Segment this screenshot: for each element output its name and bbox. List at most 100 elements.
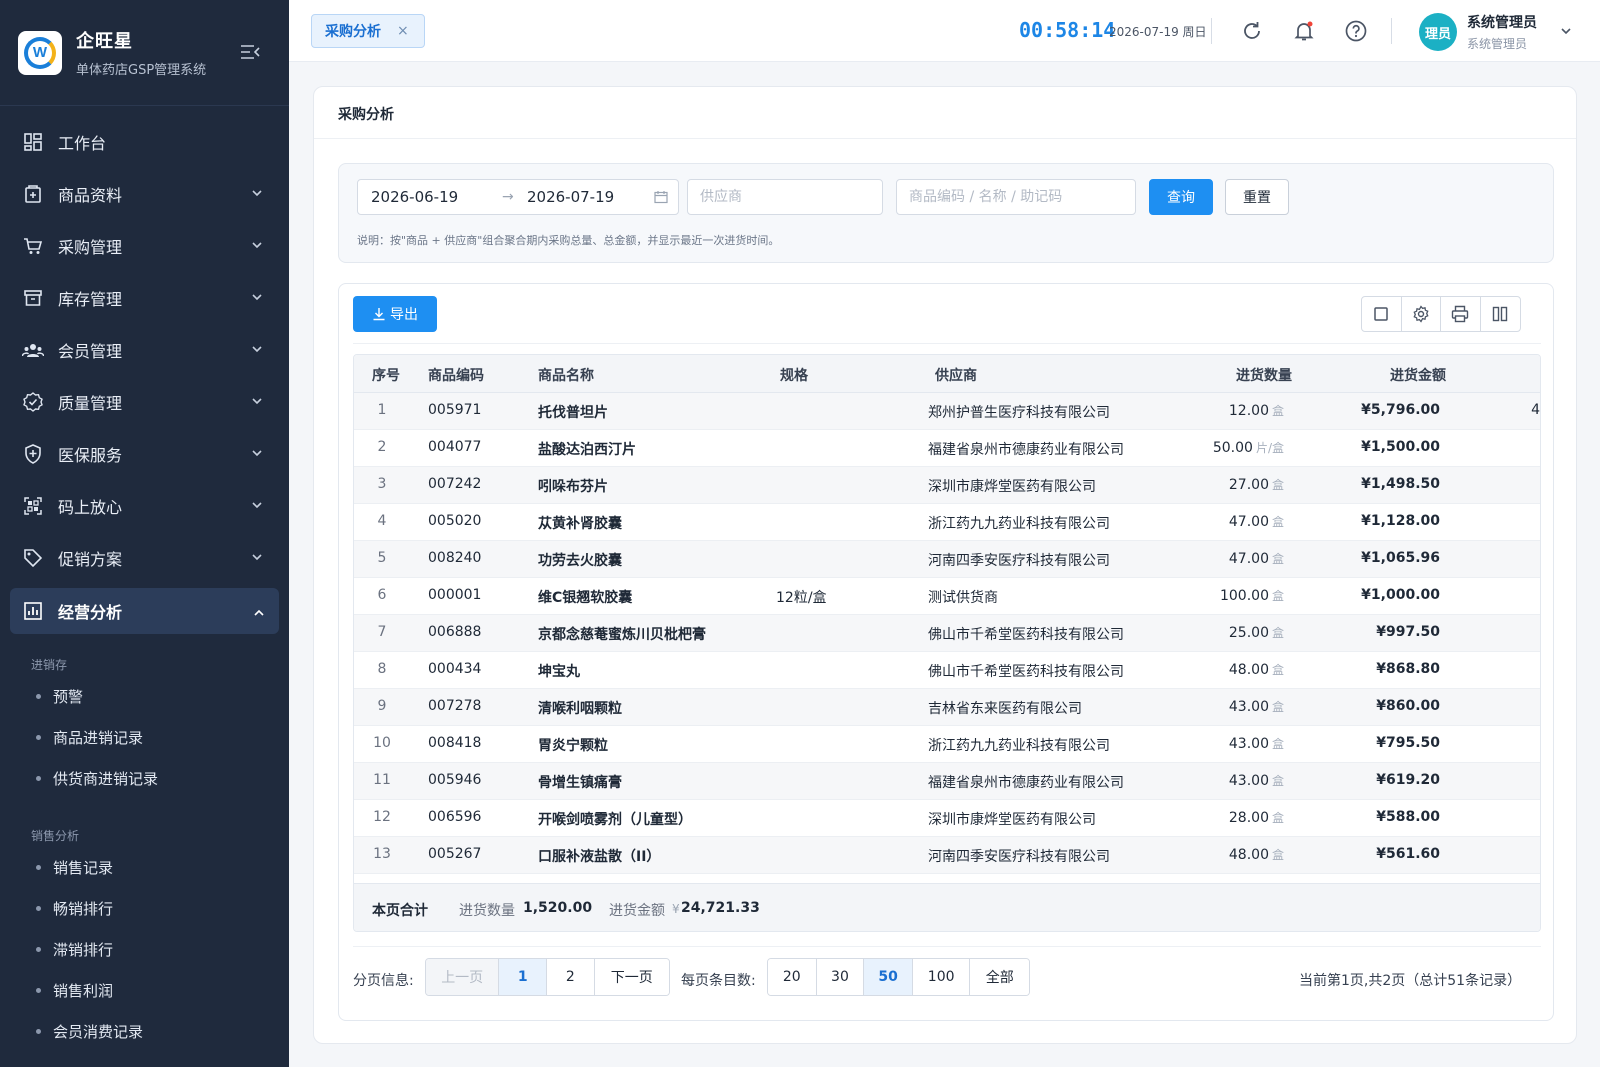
chevron-down-icon[interactable]: [1559, 24, 1573, 38]
divider: [1391, 18, 1392, 44]
sidebar-item-members[interactable]: 会员管理: [0, 324, 289, 376]
column-header[interactable]: 进货数量: [1236, 365, 1292, 385]
quantity-unit: 盒: [1271, 737, 1284, 751]
help-icon[interactable]: [1343, 18, 1369, 44]
table-row[interactable]: 3 007242 吲哚布芬片 深圳市康烨堂医药有限公司 ¥1,498.50 27.00 盒: [354, 467, 1540, 504]
sidebar-item-promotion[interactable]: 促销方案: [0, 532, 289, 584]
sidebar-item-analysis[interactable]: 经营分析: [10, 588, 279, 634]
quantity-value: 43.00: [1228, 699, 1269, 715]
table-row[interactable]: 11 005946 骨增生镇痛膏 福建省泉州市德康药业有限公司 ¥619.20 43.00…: [354, 763, 1540, 800]
sidebar-item-trace-code[interactable]: 码上放心: [0, 480, 289, 532]
cell-name: 胃炎宁颗粒: [538, 738, 608, 754]
table-row[interactable]: 12 006596 开喉剑喷雾剂（儿童型） 深圳市康烨堂医药有限公司 ¥588.00 28…: [354, 800, 1540, 837]
sidebar-item-label: 采购管理: [58, 238, 123, 257]
app-logo: W: [18, 30, 62, 75]
column-header[interactable]: 商品编码: [428, 365, 484, 385]
cell-amount: ¥1,000.00: [1361, 587, 1440, 603]
supplier-input[interactable]: [687, 179, 883, 215]
tab-label: 采购分析: [325, 24, 381, 40]
sidebar-item-workbench[interactable]: 工作台: [0, 116, 289, 168]
quantity-unit: 盒: [1271, 848, 1284, 862]
quantity-unit: 盒: [1271, 626, 1284, 640]
columns-icon[interactable]: [1481, 297, 1520, 331]
cell-quantity: 47.00 盒: [1229, 513, 1284, 530]
cell-index: 4: [377, 513, 387, 529]
keyword-input[interactable]: [896, 179, 1136, 215]
column-header[interactable]: 进货金额: [1390, 365, 1446, 385]
bell-icon[interactable]: [1291, 18, 1317, 44]
sub-item-sales-records[interactable]: 销售记录: [0, 847, 289, 888]
refresh-icon[interactable]: [1239, 18, 1265, 44]
table-row[interactable]: 8 000434 坤宝丸 佛山市千希堂医药科技有限公司 ¥868.80 48.00 盒: [354, 652, 1540, 689]
quantity-unit: 盒: [1271, 700, 1284, 714]
sub-item-product-records[interactable]: 商品进销记录: [0, 717, 289, 758]
brand-name: 企旺星: [76, 31, 133, 52]
table-row[interactable]: 6 000001 维C银翘软胶囊 12粒/盒 测试供货商 ¥1,000.00 100.00 盒: [354, 578, 1540, 615]
table-row[interactable]: 14006866盐酸美西律片福建国瑞药业有限公司¥550.8036.00瓶: [354, 874, 1540, 883]
sub-item-warning[interactable]: 预警: [0, 676, 289, 717]
query-button[interactable]: 查询: [1149, 179, 1213, 215]
table-row[interactable]: 2 004077 盐酸达泊西汀片 福建省泉州市德康药业有限公司 ¥1,500.00 50.…: [354, 430, 1540, 467]
sub-item-supplier-records[interactable]: 供货商进销记录: [0, 758, 289, 799]
brand-subtitle: 单体药店GSP管理系统: [76, 63, 207, 78]
user-name[interactable]: 系统管理员: [1467, 12, 1537, 32]
page-size-option[interactable]: 全部: [970, 959, 1029, 995]
gear-icon[interactable]: [1402, 297, 1441, 331]
avatar[interactable]: 理员: [1419, 13, 1457, 51]
prev-page-button[interactable]: 上一页: [426, 959, 500, 995]
page-size-option[interactable]: 100: [912, 959, 971, 995]
quantity-value: 25.00: [1228, 625, 1269, 641]
page-button[interactable]: 1: [499, 959, 547, 995]
cell-index: 9: [377, 698, 387, 714]
reset-button[interactable]: 重置: [1225, 179, 1289, 215]
table-row[interactable]: 7 006888 京都念慈菴蜜炼川贝枇杷膏 佛山市千希堂医药科技有限公司 ¥997.50…: [354, 615, 1540, 652]
table-row[interactable]: 1 005971 托伐普坦片 郑州护普生医疗科技有限公司 ¥5,796.00 4 12.00…: [354, 393, 1540, 430]
sub-item-member-consumption[interactable]: 会员消费记录: [0, 1011, 289, 1052]
sidebar-item-products[interactable]: 商品资料: [0, 168, 289, 220]
menu-collapse-icon[interactable]: [240, 44, 260, 60]
table-row[interactable]: 4 005020 苁黄补肾胶囊 浙江药九九药业科技有限公司 ¥1,128.00 47.00…: [354, 504, 1540, 541]
sidebar-item-inventory[interactable]: 库存管理: [0, 272, 289, 324]
sidebar-item-insurance[interactable]: 医保服务: [0, 428, 289, 480]
chevron-down-icon: [252, 502, 262, 509]
cell-index: 12: [373, 809, 391, 825]
sidebar-item-quality[interactable]: 质量管理: [0, 376, 289, 428]
top-bar: 采购分析 × 00:58:14 2026-07-19 周日 理员 系统管理员 系…: [289, 0, 1600, 62]
sub-item-best-sellers[interactable]: 畅销排行: [0, 888, 289, 929]
quantity-unit: 盒: [1271, 811, 1284, 825]
print-icon[interactable]: [1441, 297, 1481, 331]
sidebar-item-label: 库存管理: [58, 290, 123, 309]
quantity-unit: 盒: [1271, 552, 1284, 566]
tab-purchase-analysis[interactable]: 采购分析 ×: [311, 14, 425, 48]
column-header[interactable]: 序号: [372, 365, 400, 385]
sidebar-item-purchase[interactable]: 采购管理: [0, 220, 289, 272]
summary-qty-label: 进货数量: [459, 903, 515, 919]
chevron-down-icon: [252, 450, 262, 457]
fullscreen-icon[interactable]: [1362, 297, 1402, 331]
date-range-picker[interactable]: 2026-06-19 → 2026-07-19: [357, 179, 679, 215]
quantity-unit: 片/盒: [1255, 441, 1284, 455]
sub-item-label: 预警: [53, 688, 84, 706]
page-size-option[interactable]: 20: [768, 959, 817, 995]
next-page-button[interactable]: 下一页: [594, 959, 669, 995]
table-row[interactable]: 9 007278 清喉利咽颗粒 吉林省东来医药有限公司 ¥860.00 43.00 盒: [354, 689, 1540, 726]
table-row[interactable]: 13 005267 口服补液盐散（II） 河南四季安医疗科技有限公司 ¥561.60 48…: [354, 837, 1540, 874]
cell-code: 006596: [428, 809, 482, 825]
export-button[interactable]: 导出: [353, 296, 437, 332]
cell-supplier: 佛山市千希堂医药科技有限公司: [928, 664, 1124, 680]
page-size-option[interactable]: 50: [864, 959, 913, 995]
table-row[interactable]: 10 008418 胃炎宁颗粒 浙江药九九药业科技有限公司 ¥795.50 43.00 盒: [354, 726, 1540, 763]
column-header[interactable]: 商品名称: [538, 365, 594, 385]
cell-supplier: 浙江药九九药业科技有限公司: [928, 738, 1110, 754]
page-button[interactable]: 2: [547, 959, 595, 995]
sub-item-sales-profit[interactable]: 销售利润: [0, 970, 289, 1011]
cell-code: 008418: [428, 735, 482, 751]
cell-code: 004077: [428, 439, 482, 455]
cell-quantity: 48.00 盒: [1229, 846, 1284, 863]
table-row[interactable]: 5 008240 功劳去火胶囊 河南四季安医疗科技有限公司 ¥1,065.96 47.00…: [354, 541, 1540, 578]
column-header[interactable]: 规格: [780, 365, 808, 385]
column-header[interactable]: 供应商: [935, 365, 977, 385]
page-size-option[interactable]: 30: [816, 959, 865, 995]
close-icon[interactable]: ×: [397, 23, 409, 39]
sub-item-slow-sellers[interactable]: 滞销排行: [0, 929, 289, 970]
